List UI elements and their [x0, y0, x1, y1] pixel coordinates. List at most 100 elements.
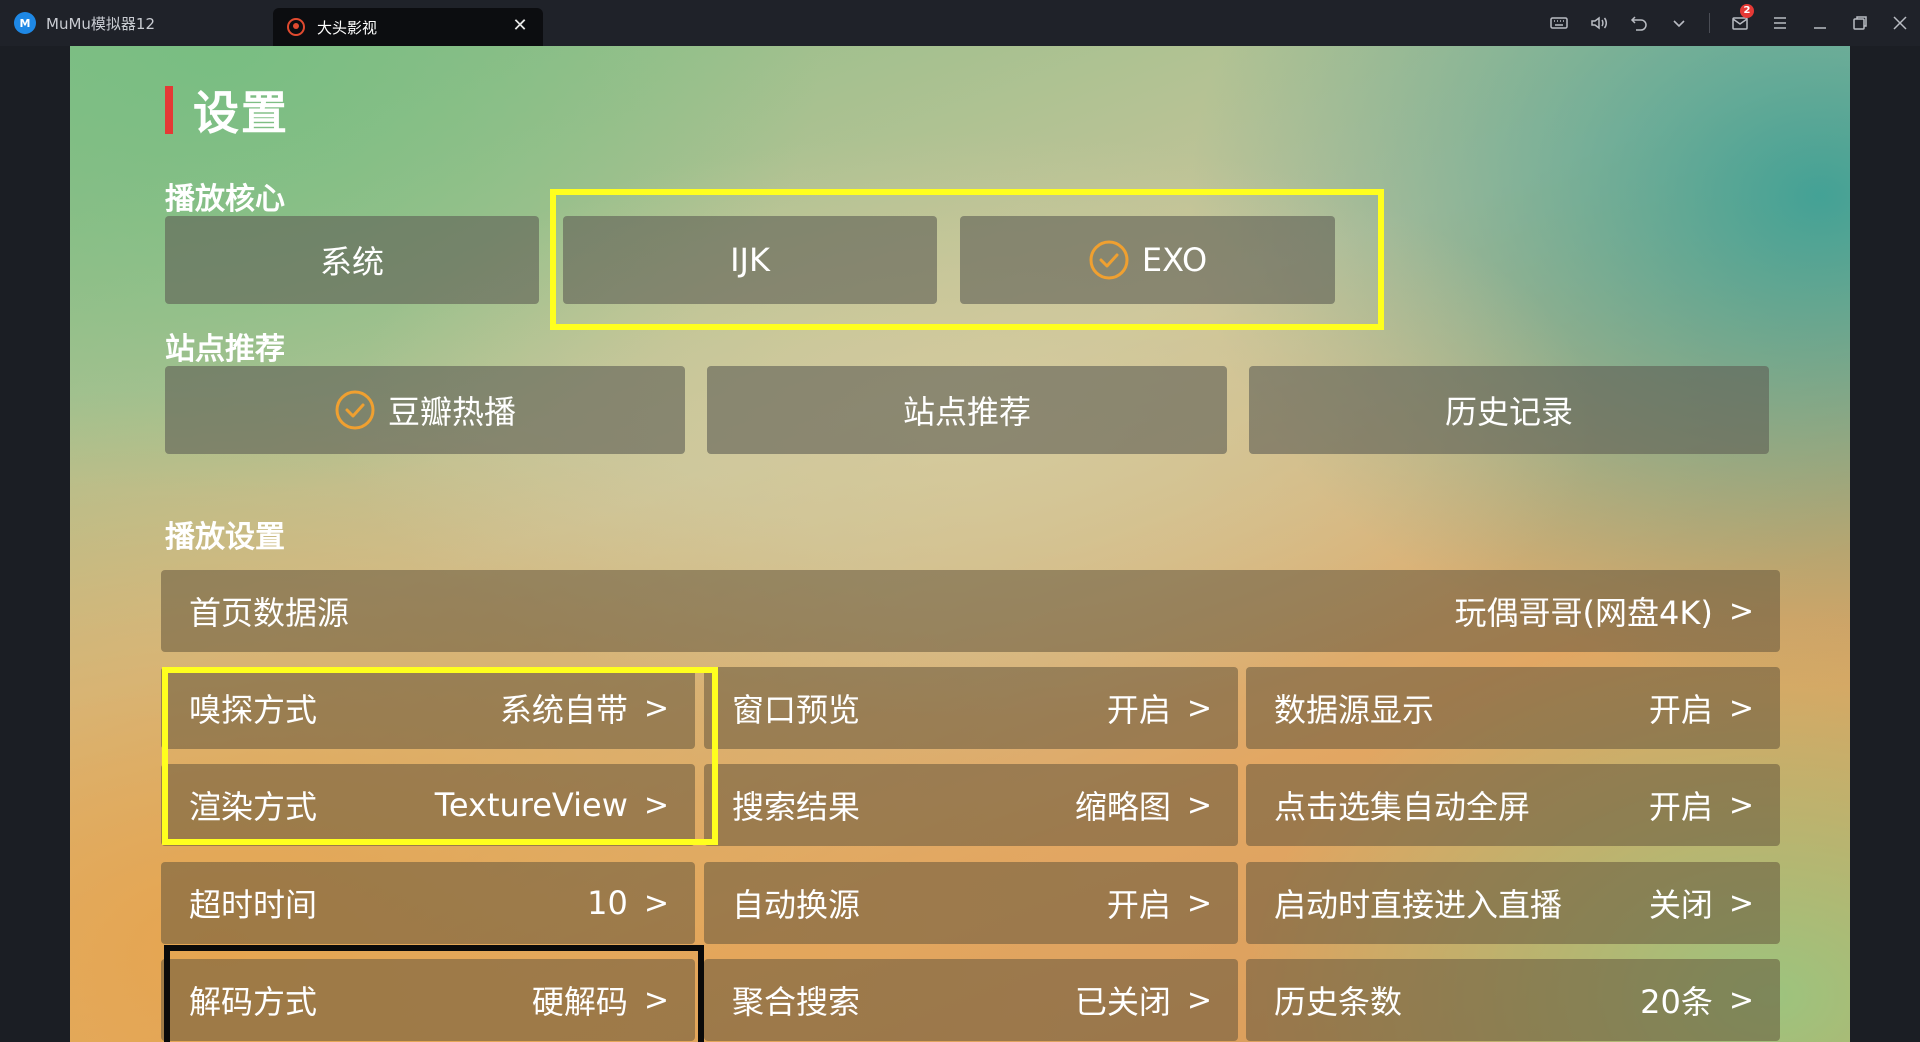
setting-row-auto-switch-source[interactable]: 自动换源 开启 > [704, 862, 1238, 944]
check-circle-icon [335, 390, 375, 430]
setting-label: 嗅探方式 [189, 691, 318, 729]
close-icon[interactable] [1880, 0, 1920, 46]
chevron-right-icon: > [1728, 787, 1754, 823]
undo-icon[interactable] [1619, 0, 1659, 46]
chevron-right-icon: > [643, 885, 669, 921]
chevron-down-icon[interactable] [1659, 0, 1699, 46]
controls-divider [1709, 13, 1710, 33]
page-title: 设置 [165, 82, 289, 140]
window-controls: 2 [1539, 0, 1920, 46]
setting-row-start-live[interactable]: 启动时直接进入直播 关闭 > [1246, 862, 1780, 944]
setting-value-text: 开启 [1648, 788, 1713, 826]
restore-icon[interactable] [1840, 0, 1880, 46]
app-tab-datou[interactable]: 大头影视 ✕ [273, 8, 543, 46]
setting-value: 开启 > [1649, 685, 1754, 731]
section-label-site-recommend: 站点推荐 [165, 332, 285, 367]
setting-value: 10 > [587, 884, 669, 922]
setting-row-search-results[interactable]: 搜索结果 缩略图 > [704, 764, 1238, 846]
setting-label: 首页数据源 [189, 594, 350, 632]
chevron-right-icon: > [1728, 690, 1754, 726]
player-core-exo[interactable]: EXO [960, 216, 1335, 304]
setting-value-text: 关闭 [1648, 886, 1713, 924]
setting-row-window-preview[interactable]: 窗口预览 开启 > [704, 667, 1238, 749]
setting-row-render-mode[interactable]: 渲染方式 TextureView > [161, 764, 695, 846]
setting-value: 关闭 > [1649, 880, 1754, 926]
site-option-label: 豆瓣热播 [387, 393, 516, 431]
setting-value: 玩偶哥哥(网盘4K) > [1455, 588, 1754, 634]
check-circle-icon [1089, 240, 1129, 280]
emulator-app-tab[interactable]: M MuMu模拟器12 [0, 0, 155, 46]
site-option-label: 历史记录 [1444, 393, 1573, 431]
chevron-right-icon: > [643, 787, 669, 823]
setting-row-auto-fullscreen[interactable]: 点击选集自动全屏 开启 > [1246, 764, 1780, 846]
setting-value: TextureView > [435, 786, 669, 824]
setting-label: 自动换源 [732, 886, 861, 924]
emulator-titlebar: M MuMu模拟器12 大头影视 ✕ 2 [0, 0, 1920, 46]
setting-value-text: 10 [587, 884, 628, 922]
setting-value: 开启 > [1107, 880, 1212, 926]
setting-label: 渲染方式 [189, 788, 318, 826]
setting-label: 启动时直接进入直播 [1274, 886, 1563, 924]
site-option-label: 站点推荐 [902, 393, 1031, 431]
setting-label: 解码方式 [189, 983, 318, 1021]
chevron-right-icon: > [643, 690, 669, 726]
chevron-right-icon: > [1186, 787, 1212, 823]
setting-label: 聚合搜索 [732, 983, 861, 1021]
settings-screen: 设置 播放核心 系统 IJK EXO 站点推荐 豆瓣热播 站点推荐 历史记录 播… [70, 46, 1850, 1042]
player-core-option-label: 系统 [319, 243, 384, 281]
setting-row-sniff-mode[interactable]: 嗅探方式 系统自带 > [161, 667, 695, 749]
chevron-right-icon: > [1728, 982, 1754, 1018]
setting-label: 数据源显示 [1274, 691, 1435, 729]
site-option-douban[interactable]: 豆瓣热播 [165, 366, 685, 454]
setting-value-text: 20条 [1640, 983, 1713, 1021]
tab-close-icon[interactable]: ✕ [509, 15, 531, 37]
section-label-playback: 播放设置 [165, 520, 285, 555]
settings-title: 设置 [193, 86, 289, 140]
setting-label: 点击选集自动全屏 [1274, 788, 1531, 826]
setting-value-text: 开启 [1106, 691, 1171, 729]
setting-value: 缩略图 > [1075, 782, 1212, 828]
section-label-player-core: 播放核心 [165, 182, 285, 217]
chevron-right-icon: > [1728, 885, 1754, 921]
site-option-recommend[interactable]: 站点推荐 [707, 366, 1227, 454]
setting-row-timeout[interactable]: 超时时间 10 > [161, 862, 695, 944]
setting-label: 超时时间 [189, 886, 318, 924]
volume-icon[interactable] [1579, 0, 1619, 46]
setting-value-text: 开启 [1648, 691, 1713, 729]
setting-value: 开启 > [1649, 782, 1754, 828]
setting-row-aggregate-search[interactable]: 聚合搜索 已关闭 > [704, 959, 1238, 1041]
mumu-logo-icon: M [14, 12, 36, 34]
chevron-right-icon: > [1186, 982, 1212, 1018]
setting-value-text: 已关闭 [1074, 983, 1171, 1021]
setting-value-text: 硬解码 [531, 983, 628, 1021]
mail-icon[interactable]: 2 [1720, 0, 1760, 46]
setting-value-text: 开启 [1106, 886, 1171, 924]
setting-label: 搜索结果 [732, 788, 861, 826]
emulator-title: MuMu模拟器12 [46, 14, 155, 33]
setting-label: 历史条数 [1274, 983, 1403, 1021]
setting-row-source-display[interactable]: 数据源显示 开启 > [1246, 667, 1780, 749]
setting-row-decode-mode[interactable]: 解码方式 硬解码 > [161, 959, 695, 1041]
setting-value: 开启 > [1107, 685, 1212, 731]
site-option-history[interactable]: 历史记录 [1249, 366, 1769, 454]
setting-value-text: 玩偶哥哥(网盘4K) [1454, 594, 1713, 632]
setting-value-text: TextureView [434, 786, 628, 824]
mail-badge: 2 [1740, 4, 1754, 18]
setting-row-history-count[interactable]: 历史条数 20条 > [1246, 959, 1780, 1041]
chevron-right-icon: > [1186, 885, 1212, 921]
setting-label: 窗口预览 [732, 691, 861, 729]
player-core-option-label: EXO [1141, 241, 1208, 279]
setting-value-text: 缩略图 [1074, 788, 1171, 826]
player-core-system[interactable]: 系统 [165, 216, 539, 304]
chevron-right-icon: > [643, 982, 669, 1018]
setting-value-text: 系统自带 [499, 691, 628, 729]
setting-value: 硬解码 > [532, 977, 669, 1023]
player-core-ijk[interactable]: IJK [563, 216, 937, 304]
menu-icon[interactable] [1760, 0, 1800, 46]
setting-value: 已关闭 > [1075, 977, 1212, 1023]
minimize-icon[interactable] [1800, 0, 1840, 46]
setting-row-home-source[interactable]: 首页数据源 玩偶哥哥(网盘4K) > [161, 570, 1780, 652]
datou-app-icon [287, 18, 305, 36]
keyboard-icon[interactable] [1539, 0, 1579, 46]
player-core-option-label: IJK [730, 241, 770, 279]
